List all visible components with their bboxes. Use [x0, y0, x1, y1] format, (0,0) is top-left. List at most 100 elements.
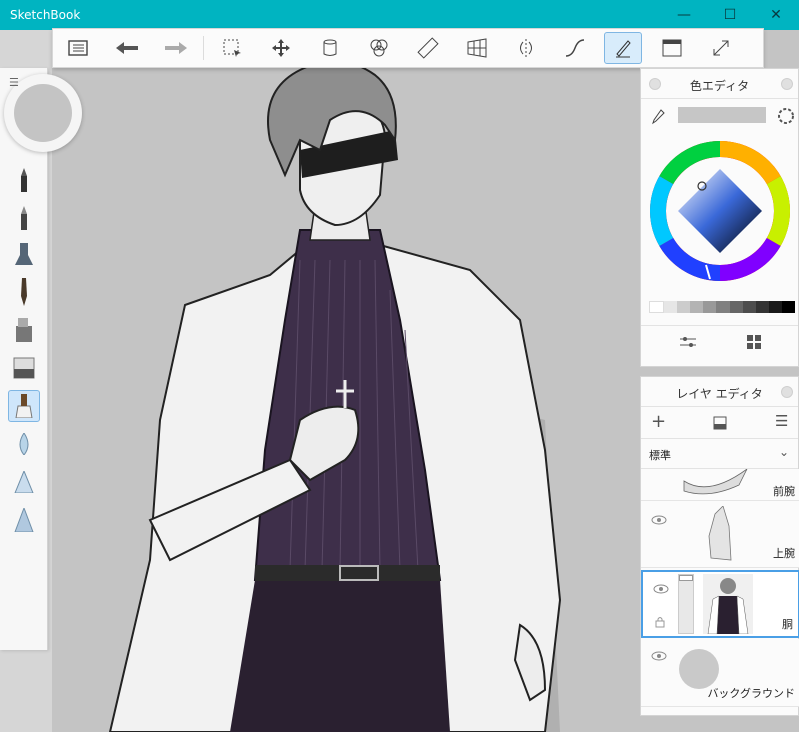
- panel-title: 色エディタ: [689, 79, 750, 93]
- swatch-grey-1[interactable]: [664, 301, 678, 313]
- chevron-down-icon: ⌄: [779, 445, 790, 459]
- eraser-icon: [13, 357, 35, 379]
- layer-row[interactable]: バックグラウンド: [641, 639, 799, 707]
- swatch-grey-4[interactable]: [703, 301, 717, 313]
- swatch-strip: [649, 301, 796, 313]
- swatch-black[interactable]: [781, 301, 796, 313]
- title-bar: SketchBook — ☐ ✕: [0, 0, 799, 30]
- brush-puck[interactable]: ☰: [4, 74, 82, 152]
- panel-close-icon[interactable]: [781, 78, 793, 90]
- brush-inkpen[interactable]: [8, 238, 40, 270]
- marker-icon: [16, 318, 32, 342]
- swatch-grey-3[interactable]: [690, 301, 704, 313]
- paintbrush-icon: [21, 278, 27, 306]
- layout-button[interactable]: [647, 28, 696, 68]
- layer-row[interactable]: 上腕: [641, 501, 799, 568]
- brush-smear[interactable]: [8, 466, 40, 498]
- water-drop-icon: [19, 433, 29, 455]
- brush-palette: [0, 68, 48, 650]
- toolbar-divider: [203, 36, 204, 60]
- layer-editor-header: レイヤ エディタ: [641, 377, 798, 407]
- eye-icon[interactable]: [651, 651, 667, 661]
- layer-row[interactable]: 前腕: [641, 469, 799, 501]
- brush-airbrush[interactable]: [8, 390, 40, 422]
- layout-icon: [662, 39, 681, 57]
- move-tool-button[interactable]: [256, 28, 305, 68]
- panel-title: レイヤ エディタ: [676, 387, 763, 401]
- swatch-white[interactable]: [649, 301, 665, 313]
- brush-eraser[interactable]: [8, 352, 40, 384]
- redo-button[interactable]: [151, 28, 200, 68]
- perspective-icon: [467, 38, 486, 58]
- fullscreen-button[interactable]: [696, 28, 745, 68]
- color-blend-button[interactable]: [354, 28, 403, 68]
- layer-name: 上腕: [773, 547, 795, 560]
- layer-menu-icon[interactable]: ☰: [775, 412, 788, 430]
- triangle-icon: [14, 508, 34, 532]
- ruler-icon: [416, 37, 439, 59]
- blend-mode-label: 標準: [649, 449, 671, 462]
- brush-marker[interactable]: [8, 314, 40, 346]
- select-tool-button[interactable]: [207, 28, 256, 68]
- layer-opacity-slider[interactable]: [678, 574, 694, 634]
- eyedropper-icon[interactable]: [651, 109, 665, 125]
- undo-button[interactable]: [102, 28, 151, 68]
- layer-thumbnail: [703, 574, 753, 634]
- color-editor-panel: 色エディタ: [640, 68, 799, 367]
- minimize-button[interactable]: —: [661, 0, 707, 30]
- eye-icon[interactable]: [653, 584, 669, 594]
- close-icon: ✕: [770, 7, 782, 23]
- fill-tool-button[interactable]: [305, 28, 354, 68]
- background-color-swatch[interactable]: [679, 649, 719, 689]
- add-layer-icon[interactable]: +: [651, 411, 666, 432]
- layer-row-selected[interactable]: 胴: [641, 570, 799, 638]
- color-mode-icon[interactable]: [777, 107, 795, 125]
- panel-close-icon[interactable]: [781, 386, 793, 398]
- layer-thumbnail: [708, 506, 732, 561]
- layer-actions: + ☰: [641, 407, 798, 439]
- swatch-grey-8[interactable]: [755, 301, 769, 313]
- blend-mode-dropdown[interactable]: 標準 ⌄: [641, 439, 798, 469]
- pencil-icon: [21, 206, 27, 230]
- swatch-grey-9[interactable]: [768, 301, 782, 313]
- fullscreen-icon: [713, 40, 728, 56]
- redo-icon: [164, 42, 187, 54]
- brush-paintbrush[interactable]: [8, 276, 40, 308]
- brush-pencil[interactable]: [8, 202, 40, 234]
- swatch-grey-5[interactable]: [716, 301, 730, 313]
- brush-ballpoint[interactable]: [8, 164, 40, 196]
- sliders-icon[interactable]: [679, 335, 697, 349]
- swatch-grey-2[interactable]: [677, 301, 691, 313]
- lock-icon[interactable]: [655, 616, 665, 628]
- layer-name: 前腕: [773, 485, 795, 498]
- main-toolbar: [52, 28, 764, 68]
- opacity-handle[interactable]: [679, 575, 693, 581]
- current-color-swatch[interactable]: [678, 107, 766, 123]
- move-icon: [271, 39, 290, 57]
- minimize-icon: —: [677, 7, 691, 23]
- clear-layer-icon[interactable]: [713, 416, 727, 430]
- curve-button[interactable]: [550, 28, 599, 68]
- eye-icon[interactable]: [651, 515, 667, 525]
- close-button[interactable]: ✕: [753, 0, 799, 30]
- app-title: SketchBook: [10, 8, 81, 22]
- grid-icon[interactable]: [747, 335, 761, 349]
- color-blend-icon: [370, 39, 387, 57]
- brush-sharpen[interactable]: [8, 504, 40, 536]
- brush-blender[interactable]: [8, 428, 40, 460]
- ruler-button[interactable]: [403, 28, 452, 68]
- swatch-grey-7[interactable]: [742, 301, 756, 313]
- maximize-button[interactable]: ☐: [707, 0, 753, 30]
- menu-button[interactable]: [53, 28, 102, 68]
- ink-pen-icon: [15, 243, 33, 265]
- swatch-grey-6[interactable]: [729, 301, 743, 313]
- select-icon: [223, 39, 241, 57]
- color-wheel[interactable]: [650, 141, 790, 281]
- brush-palette-button[interactable]: [604, 32, 642, 64]
- undo-icon: [115, 42, 138, 54]
- layer-name: 胴: [782, 618, 793, 631]
- fill-bucket-icon: [323, 39, 336, 56]
- symmetry-button[interactable]: [501, 28, 550, 68]
- perspective-button[interactable]: [452, 28, 501, 68]
- hamburger-icon[interactable]: ☰: [9, 76, 19, 89]
